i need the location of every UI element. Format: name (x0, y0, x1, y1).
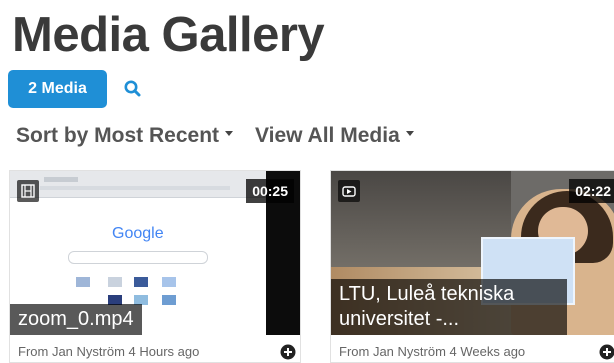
google-logo: Google (112, 225, 164, 242)
youtube-icon (338, 180, 360, 202)
browser-toolbar (10, 171, 266, 198)
film-icon (17, 180, 39, 202)
filter-dropdown-label: View All Media (255, 124, 400, 147)
caret-down-icon (405, 130, 414, 136)
media-card[interactable]: 02:22 LTU, Luleå tekniska universitet -.… (330, 170, 614, 363)
shortcut-tile (162, 277, 176, 287)
browser-bookmarks (40, 186, 230, 190)
media-title[interactable]: LTU, Luleå tekniska universitet -... (331, 279, 567, 335)
plus-circle-icon (280, 344, 296, 360)
media-title[interactable]: zoom_0.mp4 (10, 304, 142, 335)
media-card[interactable]: Google 00:25 zoom_0.mp4 From Jan Nyström… (9, 170, 301, 363)
filter-dropdown[interactable]: View All Media (255, 124, 414, 148)
add-media-button[interactable] (599, 344, 614, 360)
search-button[interactable] (122, 78, 144, 100)
video-thumbnail[interactable]: Google 00:25 zoom_0.mp4 (10, 171, 300, 335)
page-title: Media Gallery (12, 8, 325, 62)
search-icon (124, 80, 141, 97)
duration-badge: 00:25 (246, 179, 294, 203)
plus-circle-icon (599, 344, 614, 360)
shortcut-tile (134, 277, 148, 287)
add-media-button[interactable] (280, 344, 296, 360)
sort-dropdown[interactable]: Sort by Most Recent (16, 124, 234, 148)
sort-dropdown-label: Sort by Most Recent (16, 124, 220, 147)
media-meta: From Jan Nyström 4 Weeks ago (339, 344, 526, 359)
media-count-button[interactable]: 2 Media (8, 70, 107, 108)
media-meta: From Jan Nyström 4 Hours ago (18, 344, 200, 359)
shortcut-tile (108, 277, 122, 287)
shortcut-tile (162, 295, 176, 305)
duration-badge: 02:22 (569, 179, 614, 203)
browser-tab (44, 177, 78, 182)
video-thumbnail[interactable]: 02:22 LTU, Luleå tekniska universitet -.… (331, 171, 614, 335)
caret-down-icon (225, 130, 234, 136)
google-search-box (68, 251, 208, 264)
shortcut-tile (76, 277, 90, 287)
